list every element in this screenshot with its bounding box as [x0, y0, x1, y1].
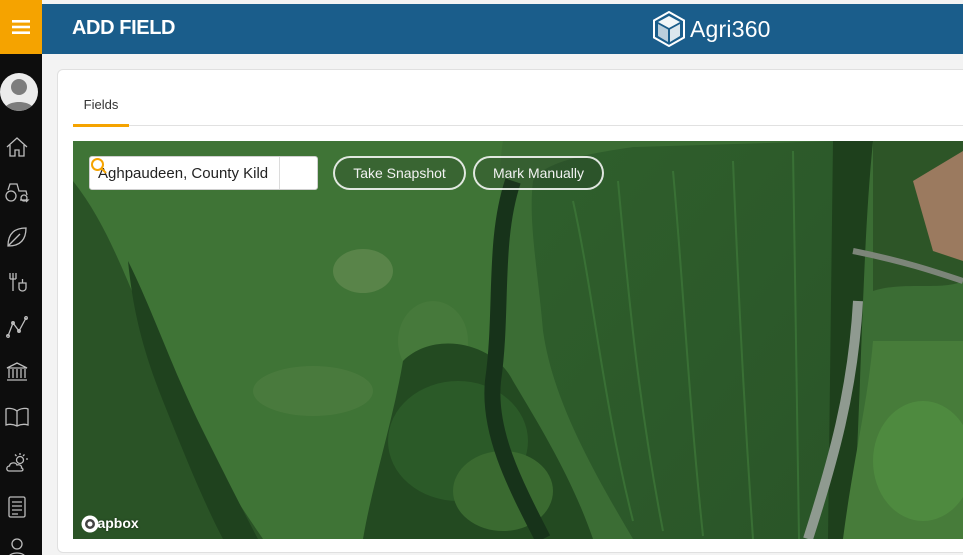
analytics-icon	[6, 316, 28, 338]
hamburger-icon	[12, 20, 30, 34]
app: ADD FIELD Agri360 Fields Aghpaudeen, Cou…	[0, 0, 963, 555]
fork-cup-icon	[9, 273, 27, 292]
mapbox-attribution[interactable]: mapbox	[81, 515, 139, 533]
sidebar-item-records[interactable]	[4, 404, 30, 430]
user-icon	[9, 538, 25, 555]
book-icon	[5, 407, 29, 427]
weather-icon	[6, 453, 28, 472]
top-header: ADD FIELD Agri360	[42, 4, 963, 54]
sidebar-item-finance[interactable]	[4, 359, 30, 385]
sidebar-item-home[interactable]	[4, 134, 30, 160]
active-tab-indicator	[73, 124, 129, 127]
sidebar-item-profile[interactable]	[4, 536, 30, 555]
tractor-icon	[5, 183, 30, 203]
sidebar-item-weather[interactable]	[4, 449, 30, 475]
take-snapshot-button[interactable]: Take Snapshot	[333, 156, 466, 190]
tab-label: Fields	[83, 97, 119, 112]
satellite-map[interactable]: Take Snapshot Mark Manually mapbox	[73, 141, 963, 539]
mark-manually-button[interactable]: Mark Manually	[473, 156, 604, 190]
sidebar	[0, 0, 42, 555]
sidebar-item-crops[interactable]	[4, 224, 30, 250]
avatar[interactable]	[0, 73, 38, 111]
list-icon	[8, 496, 26, 518]
brand-logo: Agri360	[652, 10, 771, 48]
home-icon	[6, 137, 28, 157]
location-search	[89, 156, 318, 190]
tab-fields[interactable]: Fields	[73, 97, 129, 127]
user-avatar-icon	[4, 79, 34, 111]
tab-bar: Fields	[73, 70, 963, 127]
hexagon-logo-icon	[653, 11, 685, 47]
map-imagery	[73, 141, 963, 539]
search-button[interactable]	[91, 157, 317, 189]
bank-icon	[6, 362, 28, 381]
sidebar-item-feed[interactable]	[4, 269, 30, 295]
location-search-input[interactable]	[90, 157, 279, 189]
search-icon	[91, 158, 107, 174]
menu-button[interactable]	[0, 0, 42, 54]
sidebar-item-reports[interactable]	[4, 494, 30, 520]
brand-name: Agri360	[690, 15, 771, 42]
page-title: ADD FIELD	[72, 17, 176, 39]
sidebar-item-tractor[interactable]	[4, 179, 30, 205]
leaf-icon	[7, 227, 27, 247]
mapbox-logo-icon	[81, 515, 99, 533]
sidebar-item-analytics[interactable]	[4, 314, 30, 340]
